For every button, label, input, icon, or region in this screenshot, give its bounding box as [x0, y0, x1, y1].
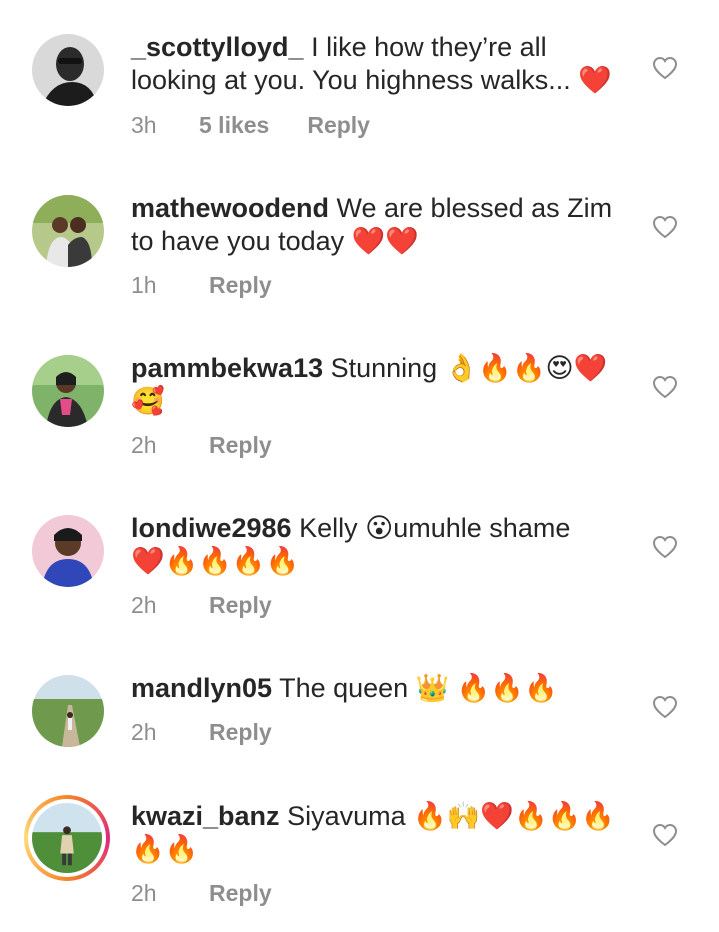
- comment-text: kwazi_banz Siyavuma 🔥🙌❤️🔥🔥🔥 🔥🔥: [131, 800, 631, 866]
- heart-outline-icon[interactable]: [652, 215, 678, 239]
- comment-body-line2: to have you today ❤️❤️: [131, 226, 419, 256]
- comment-body-line1: Kelly 😮umuhle shame: [291, 513, 571, 543]
- avatar[interactable]: [32, 355, 104, 427]
- avatar[interactable]: [32, 34, 104, 106]
- avatar[interactable]: [32, 675, 104, 747]
- comment-text: _scottylloyd_ I like how they’re all loo…: [131, 31, 631, 97]
- avatar: [32, 803, 102, 873]
- comment-meta: 2h Reply: [131, 719, 272, 746]
- avatar[interactable]: [32, 195, 104, 267]
- comment-text: mathewoodend We are blessed as Zim to ha…: [131, 192, 631, 258]
- avatar-story-ring[interactable]: [24, 795, 110, 881]
- reply-button[interactable]: Reply: [209, 272, 272, 298]
- comment-meta: 2h Reply: [131, 592, 272, 619]
- comment-username[interactable]: mathewoodend: [131, 193, 329, 223]
- comment-meta: 3h 5 likes Reply: [131, 112, 370, 139]
- avatar-woman-pink-bg-icon: [32, 515, 104, 587]
- comment-body-line1: The queen 👑 🔥🔥🔥: [272, 673, 558, 703]
- avatar[interactable]: [32, 515, 104, 587]
- comment-username[interactable]: mandlyn05: [131, 673, 272, 703]
- comment-body-line2: ❤️🔥🔥🔥🔥: [131, 546, 300, 576]
- comment-time: 3h: [131, 112, 157, 138]
- avatar-field-story-ring-icon: [32, 803, 102, 873]
- comment-time: 2h: [131, 592, 157, 618]
- comment-meta: 1h Reply: [131, 272, 272, 299]
- comment-username[interactable]: pammbekwa13: [131, 353, 323, 383]
- comment-text: londiwe2986 Kelly 😮umuhle shame ❤️🔥🔥🔥🔥: [131, 512, 631, 578]
- comment-meta: 2h Reply: [131, 432, 272, 459]
- avatar-couple-icon: [32, 195, 104, 267]
- comment-text: mandlyn05 The queen 👑 🔥🔥🔥: [131, 672, 631, 705]
- reply-button[interactable]: Reply: [209, 719, 272, 745]
- reply-button[interactable]: Reply: [209, 432, 272, 458]
- comment-body-line1: Siyavuma 🔥🙌❤️🔥🔥🔥: [279, 801, 615, 831]
- comment-body-line2: looking at you. You highness walks... ❤️: [131, 65, 612, 95]
- comment-time: 2h: [131, 719, 157, 745]
- avatar-man-sunglasses-icon: [32, 34, 104, 106]
- heart-outline-icon[interactable]: [652, 535, 678, 559]
- heart-outline-icon[interactable]: [652, 56, 678, 80]
- reply-button[interactable]: Reply: [209, 880, 272, 906]
- comment-meta: 2h Reply: [131, 880, 272, 907]
- heart-outline-icon[interactable]: [652, 823, 678, 847]
- comment-username[interactable]: _scottylloyd_: [131, 32, 304, 62]
- comment-time: 1h: [131, 272, 157, 298]
- comment-time: 2h: [131, 432, 157, 458]
- comment-username[interactable]: kwazi_banz: [131, 801, 280, 831]
- avatar-woman-outdoors-icon: [32, 355, 104, 427]
- comment-username[interactable]: londiwe2986: [131, 513, 292, 543]
- comment-body-line1: Stunning 👌🔥🔥😍❤️: [323, 353, 608, 383]
- heart-outline-icon[interactable]: [652, 375, 678, 399]
- heart-outline-icon[interactable]: [652, 695, 678, 719]
- reply-button[interactable]: Reply: [209, 592, 272, 618]
- avatar-landscape-road-icon: [32, 675, 104, 747]
- comment-time: 2h: [131, 880, 157, 906]
- comment-likes[interactable]: 5 likes: [199, 112, 269, 138]
- reply-button[interactable]: Reply: [307, 112, 370, 138]
- comment-body-line1: We are blessed as Zim: [329, 193, 613, 223]
- comment-body-line2: 🔥🔥: [131, 834, 199, 864]
- comment-text: pammbekwa13 Stunning 👌🔥🔥😍❤️ 🥰: [131, 352, 631, 418]
- comment-body-line1: I like how they’re all: [303, 32, 547, 62]
- comment-body-line2: 🥰: [131, 386, 165, 416]
